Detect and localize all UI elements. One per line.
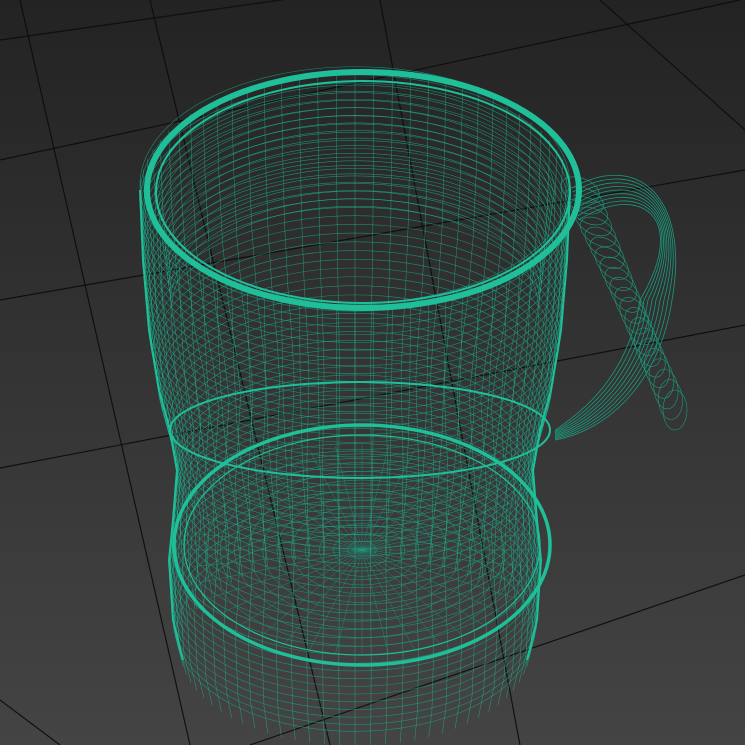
handle-ring-line [653,368,679,410]
handle-ring-line [609,276,641,313]
base-radial-line [361,549,500,612]
base-radial-line [361,549,440,644]
ground-grid [0,0,745,745]
handle-loop-line [554,193,666,435]
handle-ring-line [648,358,675,399]
base-radial-line [361,549,483,625]
body-vertical-line [369,72,374,555]
mug-wireframe-icon[interactable] [139,66,688,745]
body-vertical-line [202,273,232,718]
base-radial-line [361,549,415,650]
grid-line [0,699,61,745]
handle-loop-line [554,200,663,432]
handle-ring-line [614,286,645,324]
mug-body[interactable] [139,66,571,745]
handle-ring-line [589,236,625,269]
body-vertical-line [336,72,341,555]
handle-ring-line [658,379,683,420]
base-radial-line [361,549,514,598]
handle-ring-line [594,246,629,280]
handle-ring-line [584,226,621,259]
handle-ring-line [639,337,666,378]
base-radial-line [361,456,440,551]
grid-line [599,0,745,131]
grid-line [0,0,285,41]
handle-ring-line [662,389,688,431]
base-radial-line [241,549,363,625]
3d-viewport[interactable] [0,0,745,745]
handle-ring-line [599,256,633,291]
rim-inner [155,80,571,304]
handle-ring-line [579,216,617,248]
base-radial-line [309,549,363,650]
viewport-scene[interactable] [0,0,745,745]
